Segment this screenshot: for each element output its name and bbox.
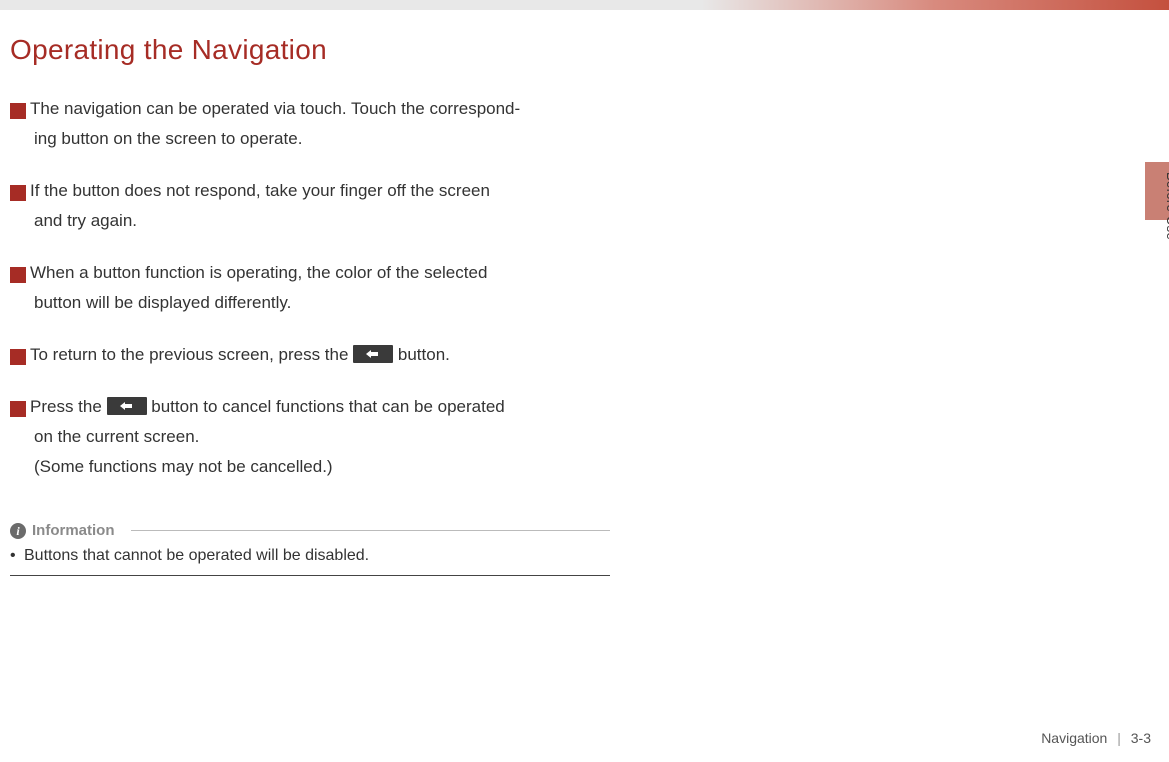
text: Buttons that cannot be operated will be … — [24, 547, 369, 564]
footer-page-number: 3-3 — [1131, 730, 1151, 746]
info-icon: i — [10, 523, 26, 539]
text: (Some functions may not be cancelled.) — [34, 457, 333, 476]
text: and try again. — [34, 211, 137, 230]
back-button-icon — [107, 397, 147, 415]
bullet-dot: • — [10, 547, 24, 565]
footer-separator: | — [1117, 730, 1121, 746]
text: Press the — [30, 397, 107, 416]
divider — [131, 530, 611, 531]
arrow-icon: ↘ — [10, 185, 26, 201]
footer-section: Navigation — [1041, 730, 1107, 746]
bullet-item-1: ↘The navigation can be operated via touc… — [10, 94, 610, 154]
arrow-icon: ↘ — [10, 401, 26, 417]
text: If the button does not respond, take you… — [30, 181, 490, 200]
page: Operating the Navigation ↘The navigation… — [0, 10, 1169, 762]
main-content: Operating the Navigation ↘The navigation… — [10, 34, 610, 576]
text: button will be displayed differently. — [34, 293, 291, 312]
back-button-icon — [353, 345, 393, 363]
arrow-icon: ↘ — [10, 103, 26, 119]
text: on the current screen. — [34, 427, 199, 446]
arrow-icon: ↘ — [10, 349, 26, 365]
text: To return to the previous screen, press … — [30, 345, 353, 364]
text: ing button on the screen to operate. — [34, 129, 302, 148]
information-block: i Information •Buttons that cannot be op… — [10, 522, 610, 576]
information-list: •Buttons that cannot be operated will be… — [10, 547, 610, 576]
page-footer: Navigation | 3-3 — [1041, 730, 1151, 746]
text: button to cancel functions that can be o… — [147, 397, 505, 416]
top-gradient-bar — [0, 0, 1169, 10]
text: button. — [393, 345, 450, 364]
side-section-label: Before Use — [1164, 172, 1169, 240]
arrow-icon: ↘ — [10, 267, 26, 283]
information-label: Information — [32, 522, 115, 539]
bullet-item-2: ↘If the button does not respond, take yo… — [10, 176, 610, 236]
page-title: Operating the Navigation — [10, 34, 610, 66]
bullet-item-3: ↘When a button function is operating, th… — [10, 258, 610, 318]
bullet-item-4: ↘To return to the previous screen, press… — [10, 340, 610, 370]
text: The navigation can be operated via touch… — [30, 99, 520, 118]
information-header: i Information — [10, 522, 610, 539]
text: When a button function is operating, the… — [30, 263, 487, 282]
bullet-item-5: ↘Press the button to cancel functions th… — [10, 392, 610, 482]
